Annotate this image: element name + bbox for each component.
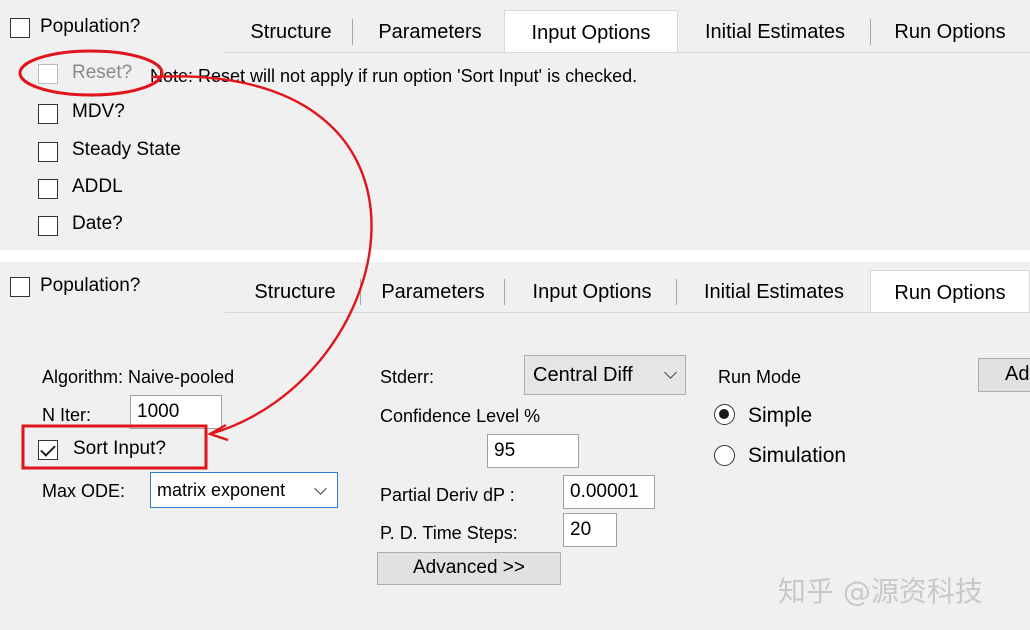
pd-time-steps-input[interactable]: 20 [563, 513, 617, 547]
check-icon [40, 441, 56, 457]
mdv-label: MDV? [72, 101, 125, 122]
chevron-down-icon [314, 482, 327, 495]
confidence-input[interactable]: 95 [487, 434, 579, 468]
population-checkbox[interactable] [10, 18, 30, 38]
stderr-select[interactable]: Central Diff [524, 355, 686, 395]
run-mode-label: Run Mode [718, 367, 802, 387]
tab-label: Structure [254, 281, 336, 303]
watermark-text: 知乎 @源资科技 [778, 575, 983, 608]
tab-run-options[interactable]: Run Options [874, 10, 1026, 52]
reset-label: Reset? [72, 62, 133, 83]
tab-parameters[interactable]: Parameters [358, 10, 502, 52]
tab-initial-estimates[interactable]: Initial Estimates [680, 10, 871, 52]
stderr-label: Stderr: [380, 367, 435, 387]
addl-label: ADDL [72, 176, 123, 197]
max-ode-label: Max ODE: [42, 481, 126, 501]
run-options-panel: Population? Structure Parameters Input O… [0, 262, 1030, 630]
tab-label: Run Options [894, 282, 1006, 304]
tab-label: Run Options [894, 21, 1006, 43]
tab-input-options[interactable]: Input Options [504, 10, 678, 52]
stderr-value: Central Diff [533, 364, 633, 386]
algorithm-label: Algorithm: Naive-pooled [42, 367, 235, 387]
n-iter-label: N Iter: [42, 405, 92, 425]
sort-input-checkbox[interactable] [38, 440, 58, 460]
tab-label: Structure [250, 21, 332, 43]
tab-label: Parameters [378, 21, 482, 43]
partial-deriv-input[interactable]: 0.00001 [563, 475, 655, 509]
date-label: Date? [72, 213, 123, 234]
cut-off-button[interactable]: Ad [978, 358, 1030, 392]
tab-label: Input Options [532, 281, 652, 303]
mdv-checkbox[interactable] [38, 104, 58, 124]
max-ode-value: matrix exponent [157, 480, 286, 500]
tab-initial-estimates[interactable]: Initial Estimates [680, 270, 868, 312]
addl-checkbox[interactable] [38, 179, 58, 199]
reset-checkbox[interactable] [38, 64, 58, 84]
sort-input-label: Sort Input? [73, 438, 166, 459]
steady-state-label: Steady State [72, 139, 181, 160]
tab-label: Input Options [531, 22, 651, 44]
population-checkbox[interactable] [10, 277, 30, 297]
radio-dot-icon [719, 409, 729, 419]
run-mode-simple-radio[interactable] [714, 404, 735, 425]
tab-structure[interactable]: Structure [230, 10, 353, 52]
population-label: Population? [40, 275, 141, 296]
tab-parameters[interactable]: Parameters [362, 270, 505, 312]
confidence-label: Confidence Level % [380, 406, 541, 426]
pd-time-steps-label: P. D. Time Steps: [380, 523, 518, 543]
partial-deriv-label: Partial Deriv dP : [380, 485, 515, 505]
advanced-button[interactable]: Advanced >> [377, 552, 561, 585]
tab-input-options[interactable]: Input Options [508, 270, 677, 312]
tab-label: Initial Estimates [704, 21, 846, 43]
tab-label: Parameters [381, 281, 485, 303]
input-options-panel: Population? Structure Parameters Input O… [0, 0, 1030, 250]
reset-note: Note: Reset will not apply if run option… [150, 66, 638, 86]
tab-structure[interactable]: Structure [230, 270, 361, 312]
run-mode-simulation-radio[interactable] [714, 445, 735, 466]
run-mode-simple-label: Simple [748, 404, 813, 427]
chevron-down-icon [664, 366, 677, 379]
population-label: Population? [40, 16, 141, 37]
tab-label: Initial Estimates [703, 281, 845, 303]
max-ode-select[interactable]: matrix exponent [150, 472, 338, 508]
n-iter-input[interactable]: 1000 [130, 395, 222, 429]
date-checkbox[interactable] [38, 216, 58, 236]
tab-run-options[interactable]: Run Options [870, 270, 1030, 312]
steady-state-checkbox[interactable] [38, 142, 58, 162]
run-mode-simulation-label: Simulation [748, 444, 847, 467]
